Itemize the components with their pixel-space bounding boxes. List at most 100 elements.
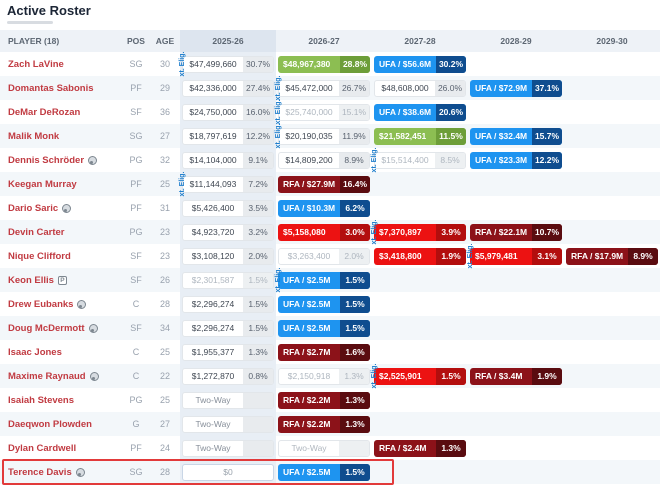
cap-percentage: 3.9% [436,224,466,241]
player-name-link[interactable]: Zach LaVine [8,59,64,70]
cap-percentage: 1.3% [243,345,273,360]
player-name-link[interactable]: Dario Saric [8,203,58,214]
player-name-link[interactable]: Keon Ellis [8,275,54,286]
salary-cell-2027-28: UFA / $56.6M30.2% [372,52,468,76]
salary-value: $47,499,660 [183,57,243,72]
salary-pill: $20,190,03511.9% [278,128,370,145]
ext-elig-label: xt. Elig. [371,220,378,245]
player-position: PF [122,76,150,100]
fa-salary-chip: $21,582,45111.5% [374,128,466,145]
player-name-link[interactable]: Domantas Sabonis [8,83,94,94]
salary-pill[interactable]: $2,296,2741.5% [182,320,274,337]
player-name-link[interactable]: Isaac Jones [8,347,62,358]
salary-pill[interactable]: $14,104,0009.1% [182,152,274,169]
contract-note-icon [90,372,99,381]
salary-input[interactable]: $0 [182,464,274,481]
salary-cell-2027-28 [372,172,468,196]
table-row: Isaac Jones C 25 $1,955,3771.3% RFA / $2… [0,340,660,364]
salary-cell-2028-29: RFA / $3.4M1.9% [468,364,564,388]
salary-cell-2025-26: xt. Elig.$11,144,0937.2% [180,172,276,196]
salary-value: UFA / $2.5M [278,296,340,313]
salary-cell-2026-27: xt. Elig.$20,190,03511.9% [276,124,372,148]
salary-pill[interactable]: Two-Way [182,392,274,409]
player-name-link[interactable]: Terence Davis [8,467,72,478]
table-header: PLAYER (18) POS AGE 2025-262026-272027-2… [0,30,660,52]
table-row: Terence Davis SG 28 $0 UFA / $2.5M1.5% [0,460,660,484]
fa-salary-chip: RFA / $2.2M1.3% [278,416,370,433]
salary-cell-2025-26: Two-Way [180,388,276,412]
ext-elig-label: xt. Elig. [275,100,282,125]
player-name-link[interactable]: DeMar DeRozan [8,107,80,118]
cap-percentage: 1.5% [243,273,273,288]
salary-pill[interactable]: $4,923,7203.2% [182,224,274,241]
ext-elig-label: xt. Elig. [467,244,474,269]
player-position: SG [122,124,150,148]
header-pos[interactable]: POS [122,30,150,52]
salary-pill[interactable]: $1,272,8700.8% [182,368,274,385]
ext-elig-label: xt. Elig. [179,172,186,197]
player-name-link[interactable]: Doug McDermott [8,323,85,334]
fa-salary-chip: UFA / $56.6M30.2% [374,56,466,73]
cap-percentage: 15.7% [532,128,562,145]
salary-cell-2028-29 [468,100,564,124]
salary-pill[interactable]: $11,144,0937.2% [182,176,274,193]
player-age: 31 [150,196,180,220]
salary-cell-2026-27: UFA / $2.5M1.5% [276,292,372,316]
player-name-link[interactable]: Isaiah Stevens [8,395,74,406]
salary-cell-2025-26: $1,272,8700.8% [180,364,276,388]
salary-cell-2027-28 [372,412,468,436]
header-year-2025-26[interactable]: 2025-26 [180,30,276,52]
player-name-link[interactable]: Dennis Schröder [8,155,84,166]
player-name-link[interactable]: Keegan Murray [8,179,77,190]
fa-salary-chip: UFA / $2.5M1.5% [278,464,370,481]
salary-pill[interactable]: $2,296,2741.5% [182,296,274,313]
player-position: SF [122,244,150,268]
cap-percentage: 8.9% [628,248,658,265]
salary-cell-2026-27: UFA / $2.5M1.5% [276,460,372,484]
player-name-link[interactable]: Dylan Cardwell [8,443,76,454]
player-name-link[interactable]: Drew Eubanks [8,299,73,310]
player-icon-slot [90,372,99,381]
header-player[interactable]: PLAYER (18) [0,30,122,52]
fa-salary-chip: UFA / $23.3M12.2% [470,152,562,169]
player-cell: Dylan Cardwell [0,436,122,460]
salary-cell-2029-30 [564,460,660,484]
cap-percentage: 8.5% [435,153,465,168]
player-position: SF [122,316,150,340]
salary-pill[interactable]: $42,336,00027.4% [182,80,274,97]
contract-note-icon [76,468,85,477]
player-name-link[interactable]: Maxime Raynaud [8,371,86,382]
header-age[interactable]: AGE [150,30,180,52]
salary-pill[interactable]: $3,108,1202.0% [182,248,274,265]
salary-pill[interactable]: Two-Way [182,440,274,457]
player-cell: Dennis Schröder [0,148,122,172]
salary-pill[interactable]: Two-Way [182,416,274,433]
salary-cell-2029-30 [564,100,660,124]
salary-value: $48,967,380 [278,56,340,73]
player-name-link[interactable]: Nique Clifford [8,251,71,262]
header-year-2028-29[interactable]: 2028-29 [468,30,564,52]
fa-salary-chip: $5,979,4813.1% [470,248,562,265]
salary-pill[interactable]: $5,426,4003.5% [182,200,274,217]
salary-value: $20,190,035 [279,129,339,144]
header-year-2026-27[interactable]: 2026-27 [276,30,372,52]
header-year-2027-28[interactable]: 2027-28 [372,30,468,52]
salary-cell-2026-27: RFA / $2.7M1.6% [276,340,372,364]
salary-value: $5,158,080 [278,224,340,241]
salary-cell-2029-30: RFA / $17.9M8.9% [564,244,660,268]
header-year-2029-30[interactable]: 2029-30 [564,30,660,52]
salary-pill[interactable]: $47,499,66030.7% [182,56,274,73]
salary-cell-2028-29 [468,460,564,484]
player-name-link[interactable]: Devin Carter [8,227,65,238]
salary-pill[interactable]: $2,301,5871.5% [182,272,274,289]
salary-cell-2025-26: $5,426,4003.5% [180,196,276,220]
salary-pill[interactable]: $24,750,00016.0% [182,104,274,121]
cap-percentage: 37.1% [532,80,562,97]
player-name-link[interactable]: Daeqwon Plowden [8,419,92,430]
ext-elig-label: xt. Elig. [371,364,378,389]
player-name-link[interactable]: Malik Monk [8,131,59,142]
salary-pill[interactable]: $18,797,61912.2% [182,128,274,145]
player-cell: Malik Monk [0,124,122,148]
salary-pill: $3,263,4002.0% [278,248,370,265]
salary-pill[interactable]: $1,955,3771.3% [182,344,274,361]
